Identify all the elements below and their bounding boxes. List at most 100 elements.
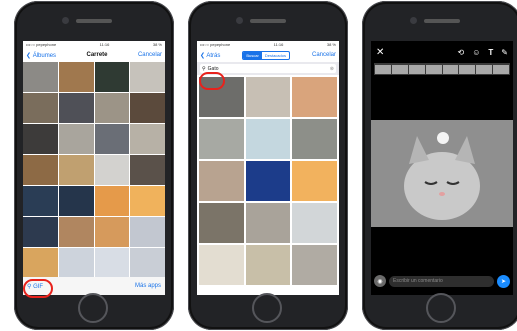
crop-rotate-icon[interactable]: ⟲ — [458, 48, 465, 57]
photo-thumb[interactable] — [23, 217, 58, 247]
highlight-circle — [23, 279, 53, 298]
photo-thumb[interactable] — [130, 93, 165, 123]
photo-thumb[interactable] — [58, 217, 94, 247]
clear-icon[interactable]: ⊗ — [330, 66, 334, 72]
gif-thumb[interactable] — [245, 161, 291, 201]
film-frame — [459, 64, 476, 74]
photo-grid — [23, 62, 165, 278]
search-input[interactable]: ⚲ Gato ⊗ — [200, 64, 336, 73]
highlight-circle — [199, 72, 225, 90]
film-frame — [442, 64, 459, 74]
tab-featured[interactable]: Destacados — [262, 52, 289, 59]
nav-bar: ❮ Atrás Buscar Destacados Cancelar — [197, 48, 339, 62]
text-icon[interactable]: T — [488, 48, 493, 57]
emoji-icon[interactable]: ☺ — [472, 48, 480, 57]
photo-thumb[interactable] — [58, 62, 94, 92]
gif-thumb[interactable] — [245, 203, 291, 243]
photo-thumb[interactable] — [94, 62, 130, 92]
phone-gif-search: •••○○ pepephone 11:16 38 % ❮ Atrás Busca… — [188, 1, 348, 330]
page-title: Carrete — [86, 52, 108, 58]
gif-thumb[interactable] — [199, 245, 244, 285]
photo-thumb[interactable] — [130, 62, 165, 92]
photo-thumb[interactable] — [94, 155, 130, 185]
photo-thumb[interactable] — [58, 248, 94, 278]
home-button[interactable] — [252, 293, 282, 323]
gif-thumb[interactable] — [245, 77, 291, 117]
front-camera — [410, 17, 417, 24]
back-button[interactable]: ❮ Álbumes — [26, 52, 56, 59]
gif-thumb[interactable] — [292, 161, 337, 201]
more-apps-button[interactable]: Más apps — [135, 283, 161, 289]
cancel-button[interactable]: Cancelar — [312, 52, 336, 58]
send-button[interactable]: ➤ — [497, 274, 510, 288]
speaker — [424, 19, 460, 23]
photo-thumb[interactable] — [23, 155, 58, 185]
home-button[interactable] — [78, 293, 108, 323]
carrier: •••○○ pepephone — [200, 42, 231, 47]
photo-thumb[interactable] — [58, 155, 94, 185]
photo-thumb[interactable] — [130, 155, 165, 185]
photo-thumb[interactable] — [23, 248, 58, 278]
search-value: Gato — [207, 65, 219, 72]
editor-tools: ⟲ ☺ T ✎ — [458, 48, 508, 57]
front-camera — [62, 17, 69, 24]
gif-thumb[interactable] — [292, 245, 337, 285]
gif-trim-filmstrip[interactable] — [374, 63, 510, 75]
film-frame — [375, 64, 391, 74]
phone-editor: ✕ ⟲ ☺ T ✎ ◉ Escribir un comentario ➤ — [362, 1, 517, 330]
photo-thumb[interactable] — [23, 124, 58, 154]
film-frame — [493, 64, 509, 74]
carrier: •••○○ pepephone — [26, 42, 57, 47]
gif-thumb[interactable] — [245, 119, 291, 159]
photo-thumb[interactable] — [58, 124, 94, 154]
battery: 38 % — [326, 42, 336, 47]
photo-thumb[interactable] — [23, 62, 58, 92]
film-frame — [425, 64, 442, 74]
editor-toolbar: ✕ ⟲ ☺ T ✎ — [371, 41, 513, 63]
nav-bar: ❮ Álbumes Carrete Cancelar — [23, 48, 165, 62]
gif-thumb[interactable] — [199, 161, 244, 201]
photo-thumb[interactable] — [94, 248, 130, 278]
comment-bar: ◉ Escribir un comentario ➤ — [374, 274, 510, 288]
gif-thumb[interactable] — [199, 119, 244, 159]
gif-thumb[interactable] — [199, 203, 244, 243]
gif-thumb[interactable] — [245, 245, 291, 285]
photo-thumb[interactable] — [130, 124, 165, 154]
phone-photos: •••○○ pepephone 11:16 38 % ❮ Álbumes Car… — [14, 1, 174, 330]
close-icon[interactable]: ✕ — [376, 47, 384, 58]
photo-thumb[interactable] — [23, 186, 58, 216]
back-button[interactable]: ❮ Atrás — [200, 52, 220, 59]
gif-thumb[interactable] — [292, 119, 337, 159]
photo-thumb[interactable] — [130, 186, 165, 216]
time: 11:16 — [99, 42, 110, 47]
film-frame — [408, 64, 425, 74]
photos-screen: •••○○ pepephone 11:16 38 % ❮ Álbumes Car… — [23, 41, 165, 295]
photo-thumb[interactable] — [23, 93, 58, 123]
search-icon: ⚲ — [202, 65, 206, 72]
time: 11:16 — [273, 42, 284, 47]
photo-thumb[interactable] — [58, 186, 94, 216]
photo-thumb[interactable] — [130, 248, 165, 278]
home-button[interactable] — [426, 293, 456, 323]
speaker — [76, 19, 112, 23]
comment-input[interactable]: Escribir un comentario — [389, 275, 494, 287]
gif-thumb[interactable] — [292, 77, 337, 117]
photo-thumb[interactable] — [94, 93, 130, 123]
photo-thumb[interactable] — [94, 124, 130, 154]
film-frame — [391, 64, 408, 74]
photo-thumb[interactable] — [94, 217, 130, 247]
pencil-icon[interactable]: ✎ — [501, 48, 508, 57]
cat-image — [371, 120, 513, 227]
photo-thumb[interactable] — [94, 186, 130, 216]
status-bar: •••○○ pepephone 11:16 38 % — [197, 41, 339, 48]
photo-thumb[interactable] — [58, 93, 94, 123]
tab-search[interactable]: Buscar — [243, 51, 262, 59]
gif-preview — [371, 120, 513, 227]
editor-screen: ✕ ⟲ ☺ T ✎ ◉ Escribir un comentario ➤ — [371, 41, 513, 295]
camera-icon[interactable]: ◉ — [374, 275, 386, 287]
comment-placeholder: Escribir un comentario — [393, 278, 443, 284]
photo-thumb[interactable] — [130, 217, 165, 247]
gif-thumb[interactable] — [292, 203, 337, 243]
status-bar: •••○○ pepephone 11:16 38 % — [23, 41, 165, 48]
cancel-button[interactable]: Cancelar — [138, 52, 162, 58]
